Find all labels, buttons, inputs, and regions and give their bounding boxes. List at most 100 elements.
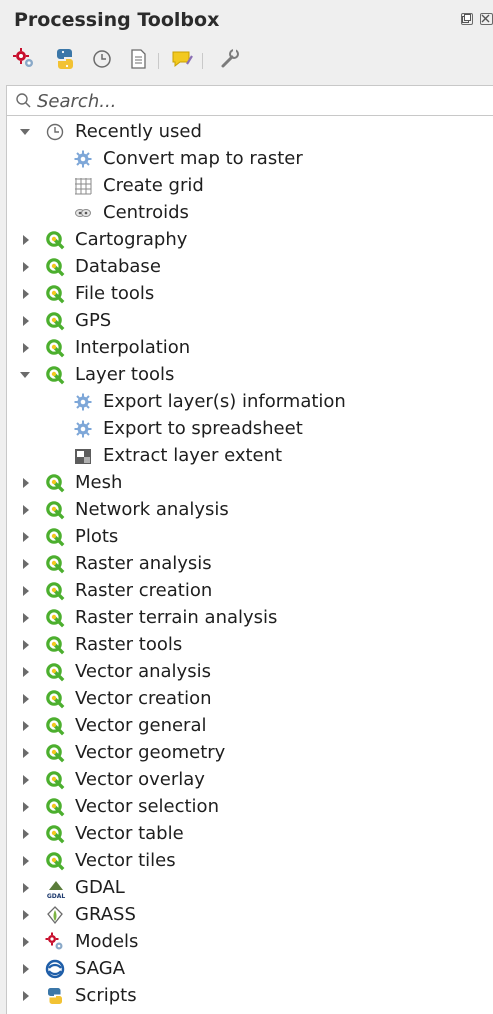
tree-item-create-grid[interactable]: Create grid [7, 172, 493, 199]
tree-group-grass[interactable]: GRASS [7, 901, 493, 928]
tree-item-label: Raster tools [75, 634, 183, 655]
qgis-icon [45, 284, 65, 304]
expand-arrow-icon[interactable] [23, 343, 29, 353]
tree-item-centroids[interactable]: Centroids [7, 199, 493, 226]
tree-item-label: Raster creation [75, 580, 213, 601]
tree-group-file-tools[interactable]: File tools [7, 280, 493, 307]
qgis-icon [45, 635, 65, 655]
expand-arrow-icon[interactable] [23, 721, 29, 731]
float-panel-icon[interactable] [461, 13, 473, 25]
tree-item-label: Plots [75, 526, 119, 547]
expand-arrow-icon[interactable] [23, 667, 29, 677]
qgis-icon [45, 581, 65, 601]
expand-arrow-icon[interactable] [23, 775, 29, 785]
expand-arrow-icon[interactable] [23, 235, 29, 245]
tree-group-plots[interactable]: Plots [7, 523, 493, 550]
expand-arrow-icon[interactable] [23, 856, 29, 866]
tree-group-network-analysis[interactable]: Network analysis [7, 496, 493, 523]
tree-item-label: Vector geometry [75, 742, 226, 763]
expand-arrow-icon[interactable] [23, 532, 29, 542]
options-icon[interactable] [216, 46, 242, 74]
tree-group-vector-geometry[interactable]: Vector geometry [7, 739, 493, 766]
qgis-icon [45, 365, 65, 385]
tree-item-label: GPS [75, 310, 112, 331]
expand-arrow-icon[interactable] [23, 748, 29, 758]
tree-group-vector-overlay[interactable]: Vector overlay [7, 766, 493, 793]
tree-item-convert-map-to-raster[interactable]: Convert map to raster [7, 145, 493, 172]
tree-item-label: Convert map to raster [103, 148, 303, 169]
tree-group-recently-used[interactable]: Recently used [7, 118, 493, 145]
expand-arrow-icon[interactable] [23, 559, 29, 569]
tree-group-scripts[interactable]: Scripts [7, 982, 493, 1009]
tree-group-raster-tools[interactable]: Raster tools [7, 631, 493, 658]
tree-group-vector-selection[interactable]: Vector selection [7, 793, 493, 820]
expand-arrow-icon[interactable] [23, 505, 29, 515]
tree-group-saga[interactable]: SAGA [7, 955, 493, 982]
close-panel-icon[interactable] [480, 13, 493, 25]
tree-item-label: GRASS [75, 904, 136, 925]
tree-group-interpolation[interactable]: Interpolation [7, 334, 493, 361]
qgis-icon [45, 527, 65, 547]
tree-group-vector-analysis[interactable]: Vector analysis [7, 658, 493, 685]
centroids-icon [73, 203, 93, 223]
tree-group-vector-tiles[interactable]: Vector tiles [7, 847, 493, 874]
qgis-icon [45, 230, 65, 250]
expand-arrow-icon[interactable] [23, 883, 29, 893]
expand-arrow-icon[interactable] [23, 586, 29, 596]
tree-group-vector-creation[interactable]: Vector creation [7, 685, 493, 712]
tree-group-models[interactable]: Models [7, 928, 493, 955]
history-icon [45, 122, 65, 142]
expand-arrow-icon[interactable] [23, 694, 29, 704]
expand-arrow-icon[interactable] [23, 478, 29, 488]
tree-item-label: SAGA [75, 958, 126, 979]
tree-group-mesh[interactable]: Mesh [7, 469, 493, 496]
edit-features-icon[interactable] [170, 46, 196, 74]
expand-arrow-icon[interactable] [23, 640, 29, 650]
expand-arrow-icon[interactable] [23, 613, 29, 623]
expand-arrow-icon[interactable] [23, 829, 29, 839]
collapse-arrow-icon[interactable] [20, 129, 30, 135]
tree-item-label: Vector creation [75, 688, 212, 709]
tree-group-raster-terrain-analysis[interactable]: Raster terrain analysis [7, 604, 493, 631]
expand-arrow-icon[interactable] [23, 937, 29, 947]
qgis-icon [45, 770, 65, 790]
tree-item-export-to-spreadsheet[interactable]: Export to spreadsheet [7, 415, 493, 442]
tree-item-label: Layer tools [75, 364, 175, 385]
qgis-icon [45, 338, 65, 358]
tree-item-label: Raster terrain analysis [75, 607, 278, 628]
expand-arrow-icon[interactable] [23, 262, 29, 272]
grass-icon [45, 905, 65, 925]
tree-item-label: Centroids [103, 202, 189, 223]
search-box[interactable] [6, 85, 493, 116]
tree-group-raster-analysis[interactable]: Raster analysis [7, 550, 493, 577]
history-icon[interactable] [90, 46, 116, 74]
collapse-arrow-icon[interactable] [20, 372, 30, 378]
panel-titlebar: Processing Toolbox [0, 0, 493, 40]
qgis-icon [45, 311, 65, 331]
expand-arrow-icon[interactable] [23, 991, 29, 1001]
search-input[interactable] [37, 89, 477, 113]
expand-arrow-icon[interactable] [23, 964, 29, 974]
tree-group-raster-creation[interactable]: Raster creation [7, 577, 493, 604]
expand-arrow-icon[interactable] [23, 910, 29, 920]
models-icon[interactable] [12, 46, 38, 74]
expand-arrow-icon[interactable] [23, 802, 29, 812]
expand-arrow-icon[interactable] [23, 289, 29, 299]
tree-group-gdal[interactable]: GDAL GDAL [7, 874, 493, 901]
tree-item-export-layer-s-information[interactable]: Export layer(s) information [7, 388, 493, 415]
tree-item-label: Cartography [75, 229, 188, 250]
expand-arrow-icon[interactable] [23, 316, 29, 326]
tree-group-layer-tools[interactable]: Layer tools [7, 361, 493, 388]
tree-group-vector-general[interactable]: Vector general [7, 712, 493, 739]
tree-group-gps[interactable]: GPS [7, 307, 493, 334]
tree-group-vector-table[interactable]: Vector table [7, 820, 493, 847]
qgis-icon [45, 743, 65, 763]
python-icon[interactable] [52, 46, 78, 74]
tree-item-extract-layer-extent[interactable]: Extract layer extent [7, 442, 493, 469]
search-icon [15, 92, 33, 110]
panel-title: Processing Toolbox [14, 9, 220, 31]
results-icon[interactable] [126, 46, 152, 74]
tree-group-database[interactable]: Database [7, 253, 493, 280]
qgis-icon [45, 473, 65, 493]
tree-group-cartography[interactable]: Cartography [7, 226, 493, 253]
